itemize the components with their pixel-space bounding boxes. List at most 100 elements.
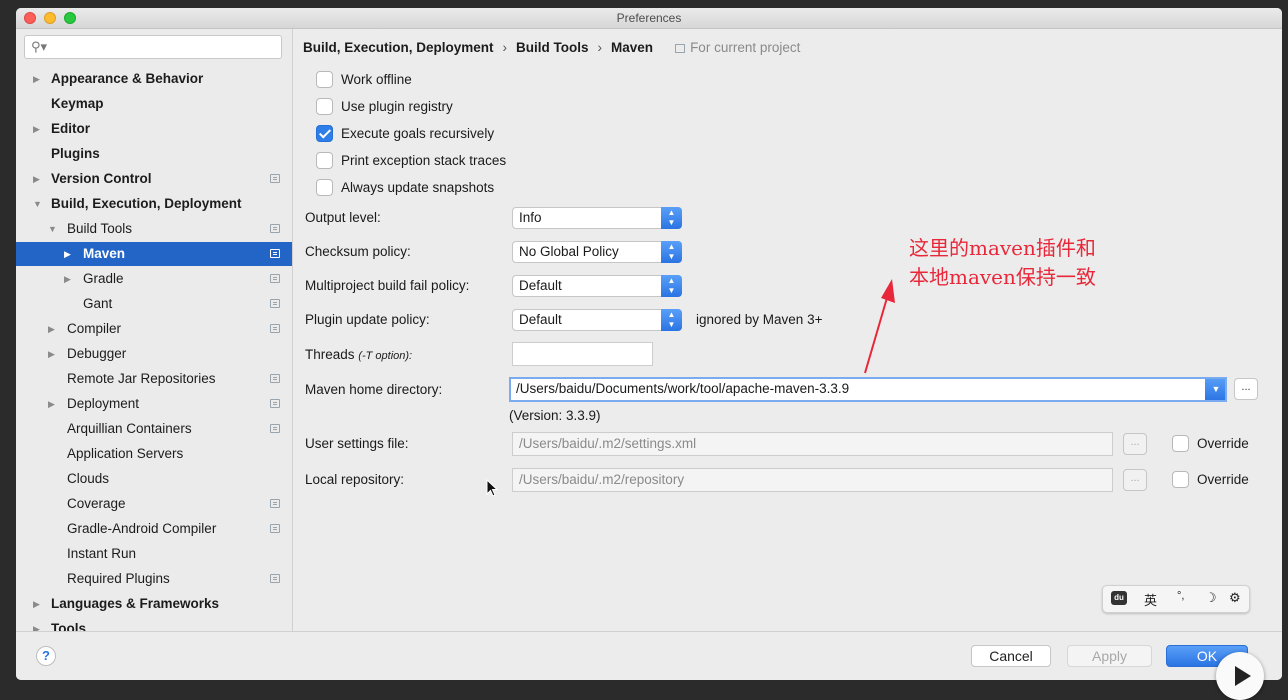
title-bar: Preferences [16,8,1282,29]
language-toggle[interactable]: 英 [1144,590,1157,609]
sidebar-item-label: Compiler [67,321,122,336]
project-scope-icon [270,174,280,183]
sidebar-item-arquillian-containers[interactable]: Arquillian Containers [16,417,292,441]
sidebar-item-application-servers[interactable]: Application Servers [16,442,292,466]
sidebar-item-instant-run[interactable]: Instant Run [16,542,292,566]
sidebar-item-version-control[interactable]: ▶ Version Control [16,167,292,191]
maximize-window-button[interactable] [64,12,76,24]
sidebar-item-remote-jar-repositories[interactable]: Remote Jar Repositories [16,367,292,391]
sidebar-item-gant[interactable]: Gant [16,292,292,316]
sidebar-item-keymap[interactable]: Keymap [16,92,292,116]
close-window-button[interactable] [24,12,36,24]
gear-icon[interactable]: ⚙ [1229,590,1241,606]
sidebar-item-label: Gradle-Android Compiler [67,521,217,536]
browse-user-settings-button[interactable]: ... [1123,433,1147,455]
project-scope-icon [270,299,280,308]
chevron-down-icon[interactable]: ▼ [1205,379,1225,400]
scope-indicator: For current project [675,40,800,55]
sidebar-item-languages-frameworks[interactable]: ▶ Languages & Frameworks [16,592,292,616]
cancel-button[interactable]: Cancel [971,645,1051,667]
apply-button[interactable]: Apply [1067,645,1152,667]
sidebar-item-coverage[interactable]: Coverage [16,492,292,516]
chevron-updown-icon[interactable]: ▲ ▼ [661,275,682,297]
output-level-select[interactable]: Info ▲ ▼ [512,207,682,229]
print-exception-checkbox[interactable] [316,152,333,169]
sidebar-item-gradle[interactable]: ▶ Gradle [16,267,292,291]
scope-label: For current project [690,40,801,55]
sidebar-item-label: Appearance & Behavior [51,71,204,86]
checksum-policy-value: No Global Policy [519,244,619,259]
sidebar-item-compiler[interactable]: ▶ Compiler [16,317,292,341]
project-scope-icon [270,574,280,583]
always-update-snapshots-checkbox[interactable] [316,179,333,196]
local-repository-input[interactable]: /Users/baidu/.m2/repository [512,468,1113,492]
execute-goals-recursively-label: Execute goals recursively [341,126,495,141]
breadcrumb-separator: › [502,40,508,55]
collapsed-arrow-icon[interactable]: ▶ [33,117,40,141]
chevron-updown-icon[interactable]: ▲ ▼ [661,309,682,331]
multiproject-fail-policy-select[interactable]: Default ▲ ▼ [512,275,682,297]
collapsed-arrow-icon[interactable]: ▶ [33,167,40,191]
help-button[interactable]: ? [36,646,56,666]
sidebar-item-label: Required Plugins [67,571,170,586]
sidebar-item-editor[interactable]: ▶ Editor [16,117,292,141]
moon-icon[interactable]: ☽ [1205,590,1217,606]
expanded-arrow-icon[interactable]: ▼ [33,192,42,216]
sidebar-item-required-plugins[interactable]: Required Plugins [16,567,292,591]
sidebar-item-label: Clouds [67,471,110,486]
threads-input[interactable] [512,342,653,366]
expanded-arrow-icon[interactable]: ▼ [48,217,57,241]
punctuation-toggle[interactable]: °, [1177,590,1184,602]
window-title: Preferences [616,11,682,25]
browse-maven-home-button[interactable]: ... [1234,378,1258,400]
checksum-policy-select[interactable]: No Global Policy ▲ ▼ [512,241,682,263]
user-settings-override-checkbox[interactable] [1172,435,1189,452]
use-plugin-registry-checkbox[interactable] [316,98,333,115]
baidu-ime-icon[interactable]: du [1111,591,1127,605]
collapsed-arrow-icon[interactable]: ▶ [48,392,55,416]
sidebar-item-label: Keymap [51,96,104,111]
work-offline-checkbox[interactable] [316,71,333,88]
collapsed-arrow-icon[interactable]: ▶ [33,617,40,631]
sidebar-item-clouds[interactable]: Clouds [16,467,292,491]
user-settings-input[interactable]: /Users/baidu/.m2/settings.xml [512,432,1113,456]
sidebar-item-tools[interactable]: ▶ Tools [16,617,292,631]
threads-hint: (-T option): [358,350,413,362]
sidebar-item-plugins[interactable]: Plugins [16,142,292,166]
minimize-window-button[interactable] [44,12,56,24]
collapsed-arrow-icon[interactable]: ▶ [64,267,71,291]
execute-goals-recursively-checkbox[interactable] [316,125,333,142]
settings-search-input[interactable]: ⚲▾ [24,35,282,59]
settings-sidebar: ⚲▾ ▶ Appearance & Behavior Keymap ▶ Editor Pl… [16,29,293,631]
maven-home-input[interactable]: /Users/baidu/Documents/work/tool/apache-… [509,377,1227,402]
chevron-updown-icon[interactable]: ▲ ▼ [661,241,682,263]
sidebar-item-maven[interactable]: ▶ Maven [16,242,292,266]
sidebar-item-label: Debugger [67,346,127,361]
maven-home-label: Maven home directory: [305,382,443,397]
collapsed-arrow-icon[interactable]: ▶ [64,242,71,266]
dialog-button-bar: ? Cancel Apply OK [16,631,1282,680]
collapsed-arrow-icon[interactable]: ▶ [33,592,40,616]
chevron-updown-icon[interactable]: ▲ ▼ [661,207,682,229]
breadcrumb-item[interactable]: Build, Execution, Deployment [303,40,494,55]
sidebar-item-gradle-android-compiler[interactable]: Gradle-Android Compiler [16,517,292,541]
plugin-update-policy-select[interactable]: Default ▲ ▼ [512,309,682,331]
breadcrumb-item[interactable]: Build Tools [516,40,589,55]
project-scope-icon [270,499,280,508]
sidebar-item-appearance-behavior[interactable]: ▶ Appearance & Behavior [16,67,292,91]
project-scope-icon [270,274,280,283]
sidebar-item-label: Gradle [83,271,124,286]
collapsed-arrow-icon[interactable]: ▶ [48,342,55,366]
play-icon[interactable] [1216,652,1264,700]
breadcrumb-item: Maven [611,40,654,55]
local-repository-override-checkbox[interactable] [1172,471,1189,488]
collapsed-arrow-icon[interactable]: ▶ [33,67,40,91]
collapsed-arrow-icon[interactable]: ▶ [48,317,55,341]
sidebar-item-build-execution-deployment[interactable]: ▼ Build, Execution, Deployment [16,192,292,216]
sidebar-item-build-tools[interactable]: ▼ Build Tools [16,217,292,241]
sidebar-item-deployment[interactable]: ▶ Deployment [16,392,292,416]
sidebar-item-debugger[interactable]: ▶ Debugger [16,342,292,366]
use-plugin-registry-label: Use plugin registry [341,99,453,114]
browse-local-repository-button[interactable]: ... [1123,469,1147,491]
checksum-policy-label: Checksum policy: [305,244,411,259]
